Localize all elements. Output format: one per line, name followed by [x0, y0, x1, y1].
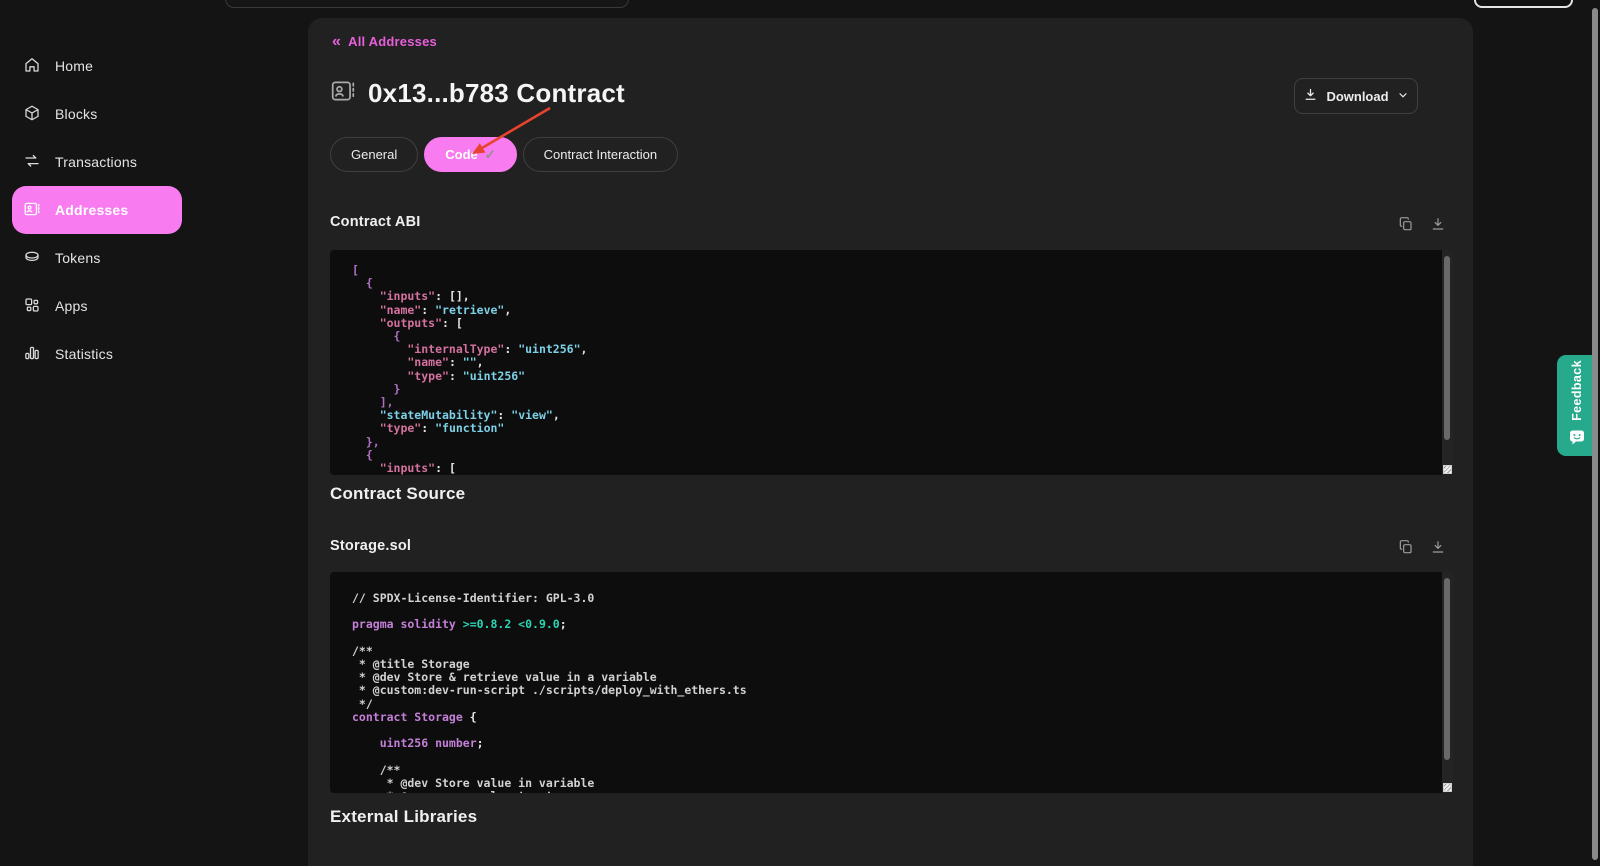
source-code-block: // SPDX-License-Identifier: GPL-3.0 prag…	[330, 572, 1453, 793]
feedback-chat-icon	[1569, 429, 1585, 451]
download-icon[interactable]	[1430, 539, 1446, 555]
contract-abi-title: Contract ABI	[330, 214, 420, 230]
copy-icon[interactable]	[1398, 539, 1414, 555]
sidebar-item-tokens[interactable]: Tokens	[12, 234, 182, 282]
code-line: uint256 number;	[352, 737, 1442, 750]
code-line: }	[352, 383, 1442, 396]
copy-icon[interactable]	[1398, 216, 1414, 232]
code-line: "inputs": [	[352, 462, 1442, 475]
sidebar-item-label: Home	[55, 58, 93, 74]
tab-contract-interaction[interactable]: Contract Interaction	[523, 137, 678, 172]
page-title: 0x13...b783 Contract	[368, 78, 625, 109]
code-line: * @custom:dev-run-script ./scripts/deplo…	[352, 684, 1442, 697]
code-line: "internalType": "uint256",	[352, 343, 1442, 356]
tab-general[interactable]: General	[330, 137, 418, 172]
code-scrollbar-track	[1442, 250, 1453, 475]
code-line: "stateMutability": "view",	[352, 409, 1442, 422]
code-line: {	[352, 277, 1442, 290]
tab-label: Contract Interaction	[544, 147, 657, 162]
code-line: /**	[352, 645, 1442, 658]
code-line: "type": "function"	[352, 422, 1442, 435]
sidebar-item-statistics[interactable]: Statistics	[12, 330, 182, 378]
sidebar-item-label: Transactions	[55, 154, 137, 170]
code-line: [	[352, 264, 1442, 277]
tabs-row: General Code ✓ Contract Interaction	[330, 137, 678, 172]
code-line: pragma solidity >=0.8.2 <0.9.0;	[352, 618, 1442, 631]
sidebar-item-label: Tokens	[55, 250, 101, 266]
source-file-title: Storage.sol	[330, 538, 411, 554]
contract-abi-code-block: [ { "inputs": [], "name": "retrieve", "o…	[330, 250, 1453, 475]
sidebar-item-label: Statistics	[55, 346, 113, 362]
sidebar-item-transactions[interactable]: Transactions	[12, 138, 182, 186]
code-line: contract Storage {	[352, 711, 1442, 724]
contract-card-icon	[330, 78, 356, 109]
code-line: "name": "retrieve",	[352, 304, 1442, 317]
code-line	[352, 632, 1442, 645]
addresses-icon	[23, 200, 41, 221]
sidebar-item-label: Apps	[55, 298, 88, 314]
external-libraries-title: External Libraries	[330, 807, 477, 827]
tab-label: Code	[445, 147, 478, 162]
code-scrollbar-track	[1442, 572, 1453, 793]
breadcrumb-label: All Addresses	[348, 34, 437, 49]
download-icon	[1303, 87, 1318, 105]
title-row: 0x13...b783 Contract	[330, 78, 625, 109]
page-scrollbar[interactable]	[1592, 8, 1598, 860]
app-root: Home Blocks Transactions Addresses Tokens App…	[0, 0, 1600, 866]
apps-icon	[23, 296, 41, 317]
checkmark-icon: ✓	[485, 147, 496, 163]
chevron-down-icon	[1397, 89, 1409, 104]
top-right-button[interactable]	[1474, 0, 1573, 8]
transactions-icon	[23, 152, 41, 173]
double-chevron-left-icon: «	[332, 35, 341, 48]
blocks-icon	[23, 104, 41, 125]
code-line: "outputs": [	[352, 317, 1442, 330]
sidebar-item-blocks[interactable]: Blocks	[12, 90, 182, 138]
tab-code[interactable]: Code ✓	[424, 137, 516, 172]
code-line: {	[352, 449, 1442, 462]
search-input[interactable]	[225, 0, 629, 8]
code-line: */	[352, 698, 1442, 711]
code-scrollbar-thumb[interactable]	[1444, 256, 1450, 440]
main-panel: « All Addresses 0x13...b783 Contract Dow…	[308, 18, 1473, 866]
sidebar-item-addresses[interactable]: Addresses	[12, 186, 182, 234]
code-line	[352, 724, 1442, 737]
tab-label: General	[351, 147, 397, 162]
code-line: // SPDX-License-Identifier: GPL-3.0	[352, 592, 1442, 605]
code-scrollbar-thumb[interactable]	[1444, 578, 1450, 760]
download-button[interactable]: Download	[1294, 78, 1418, 114]
code-line: * @param num value to store	[352, 790, 1442, 793]
feedback-button[interactable]: Feedback	[1557, 355, 1596, 456]
code-line: },	[352, 436, 1442, 449]
sidebar-item-apps[interactable]: Apps	[12, 282, 182, 330]
tokens-icon	[23, 248, 41, 269]
code-line	[352, 750, 1442, 763]
sidebar-item-home[interactable]: Home	[12, 42, 182, 90]
statistics-icon	[23, 344, 41, 365]
sidebar: Home Blocks Transactions Addresses Tokens App…	[0, 42, 308, 378]
resize-grip[interactable]	[1443, 783, 1452, 792]
download-button-label: Download	[1326, 89, 1388, 104]
sidebar-item-label: Blocks	[55, 106, 97, 122]
source-code: // SPDX-License-Identifier: GPL-3.0 prag…	[330, 572, 1442, 793]
breadcrumb[interactable]: « All Addresses	[332, 34, 437, 49]
code-line: "inputs": [],	[352, 290, 1442, 303]
contract-source-title: Contract Source	[330, 484, 465, 504]
home-icon	[23, 56, 41, 77]
contract-abi-code: [ { "inputs": [], "name": "retrieve", "o…	[330, 250, 1442, 475]
feedback-label: Feedback	[1570, 360, 1584, 421]
sidebar-item-label: Addresses	[55, 202, 128, 218]
code-line: "type": "uint256"	[352, 370, 1442, 383]
resize-grip[interactable]	[1443, 465, 1452, 474]
download-icon[interactable]	[1430, 216, 1446, 232]
